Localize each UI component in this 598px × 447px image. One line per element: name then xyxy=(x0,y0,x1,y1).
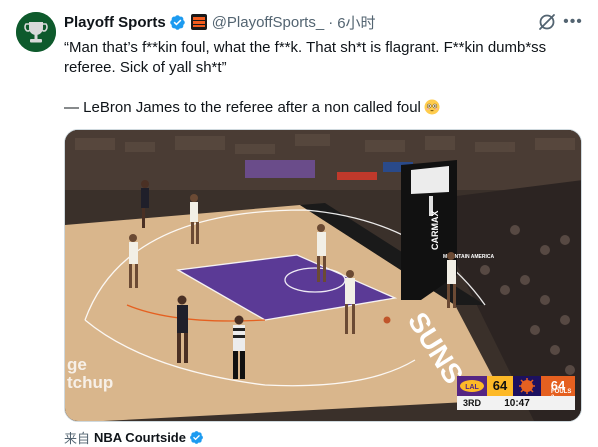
tweet-timestamp[interactable]: 6小时 xyxy=(337,12,375,33)
tweet-header: Playoff Sports @PlayoffSports_ · 6小时 xyxy=(64,12,376,32)
game-period: 3RD xyxy=(462,398,481,408)
author-handle[interactable]: @PlayoffSports_ xyxy=(212,14,325,31)
floor-text-line2: tchup xyxy=(67,373,113,392)
carmax-ad-text: CARMAX xyxy=(430,211,440,251)
floor-text-line1: ge xyxy=(67,355,87,374)
tweet-text: “Man that’s f**kin foul, what the f**k. … xyxy=(64,38,574,118)
game-clock: 10:47 xyxy=(504,397,530,409)
lakers-logo-icon: LAL xyxy=(457,376,487,396)
suns-logo-icon xyxy=(513,376,541,396)
team1-score: 64 xyxy=(487,376,513,396)
source-from-label: 来自 xyxy=(64,431,91,446)
display-name[interactable]: Playoff Sports xyxy=(64,14,166,31)
team1-abbr: LAL xyxy=(465,384,479,391)
scorebug: LAL 64 64 FOULS 2 3RD 10:47 xyxy=(457,376,575,412)
tweet-quote: “Man that’s f**kin foul, what the f**k. … xyxy=(64,39,547,76)
tweet-attribution: — LeBron James to the referee after a no… xyxy=(64,98,574,118)
avatar[interactable] xyxy=(16,12,56,52)
verified-badge-icon xyxy=(169,14,186,31)
affiliate-badge-icon[interactable] xyxy=(190,14,207,30)
trophy-icon xyxy=(16,12,56,52)
grok-icon[interactable] xyxy=(537,12,557,32)
tweet-media-video[interactable]: ge tchup SUNS CARMAX MOUNTAIN AMERICA LA… xyxy=(64,129,582,422)
more-options-icon[interactable]: ••• xyxy=(563,12,583,32)
flushed-face-emoji-icon xyxy=(424,99,440,115)
separator-dot: · xyxy=(328,13,334,31)
media-source: 来自 NBA Courtside xyxy=(64,428,204,447)
attribution-text: — LeBron James to the referee after a no… xyxy=(64,99,421,116)
